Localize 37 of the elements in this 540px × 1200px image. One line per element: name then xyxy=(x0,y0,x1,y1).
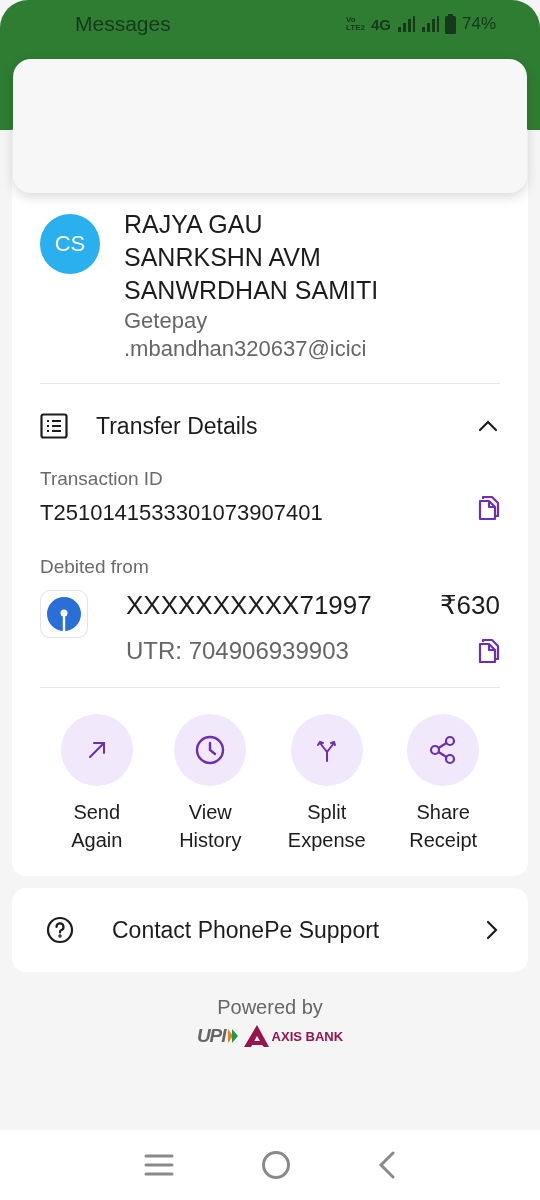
avatar: CS xyxy=(40,214,100,274)
chevron-up-icon[interactable] xyxy=(478,420,498,432)
transaction-id: T2510141533301073907401 xyxy=(40,500,323,526)
field-label: Transaction ID xyxy=(40,468,164,490)
payee-name-line: SANWRDHAN SAMITI xyxy=(124,275,379,306)
utr-number: UTR: 704906939903 xyxy=(126,637,349,665)
copy-icon[interactable] xyxy=(478,495,500,521)
field-label: Debited from xyxy=(40,556,150,578)
back-icon[interactable] xyxy=(378,1151,397,1179)
signal-icon xyxy=(420,16,439,32)
payee-name-line: SANRKSHN AVM xyxy=(124,242,322,273)
battery-icon xyxy=(444,14,456,34)
bank-logo-icon xyxy=(40,590,88,638)
notification-app-name: Messages xyxy=(75,12,171,36)
menu-icon[interactable] xyxy=(143,1153,174,1177)
upi-logo: UPI xyxy=(196,1025,238,1047)
amount: ₹630 xyxy=(440,590,500,621)
signal-icon xyxy=(396,16,415,32)
home-icon[interactable] xyxy=(261,1150,291,1180)
network-type: 4G xyxy=(370,15,391,33)
account-number: XXXXXXXXXX71997 xyxy=(126,590,372,621)
section-title: Transfer Details xyxy=(96,412,258,440)
payee-name-line: RAJYA GAU xyxy=(124,209,264,240)
powered-by-label: Powered by xyxy=(217,996,323,1019)
battery-percent: 74% xyxy=(461,14,496,34)
clock-icon xyxy=(194,734,227,766)
bank-logo: AXIS BANK xyxy=(243,1025,344,1047)
upi-id-line: Getepay xyxy=(124,307,209,335)
list-icon xyxy=(40,413,68,439)
copy-icon[interactable] xyxy=(478,638,500,664)
volte-label: Vo xyxy=(346,16,357,24)
action-button[interactable]: Split Expense xyxy=(287,714,366,854)
support-button[interactable]: Contact PhonePe Support xyxy=(12,888,528,972)
lte-label: LTE2 xyxy=(346,24,365,32)
chevron-right-icon xyxy=(486,920,498,940)
help-icon xyxy=(46,916,74,944)
upi-id-line: .mbandhan320637@icici xyxy=(124,335,368,363)
